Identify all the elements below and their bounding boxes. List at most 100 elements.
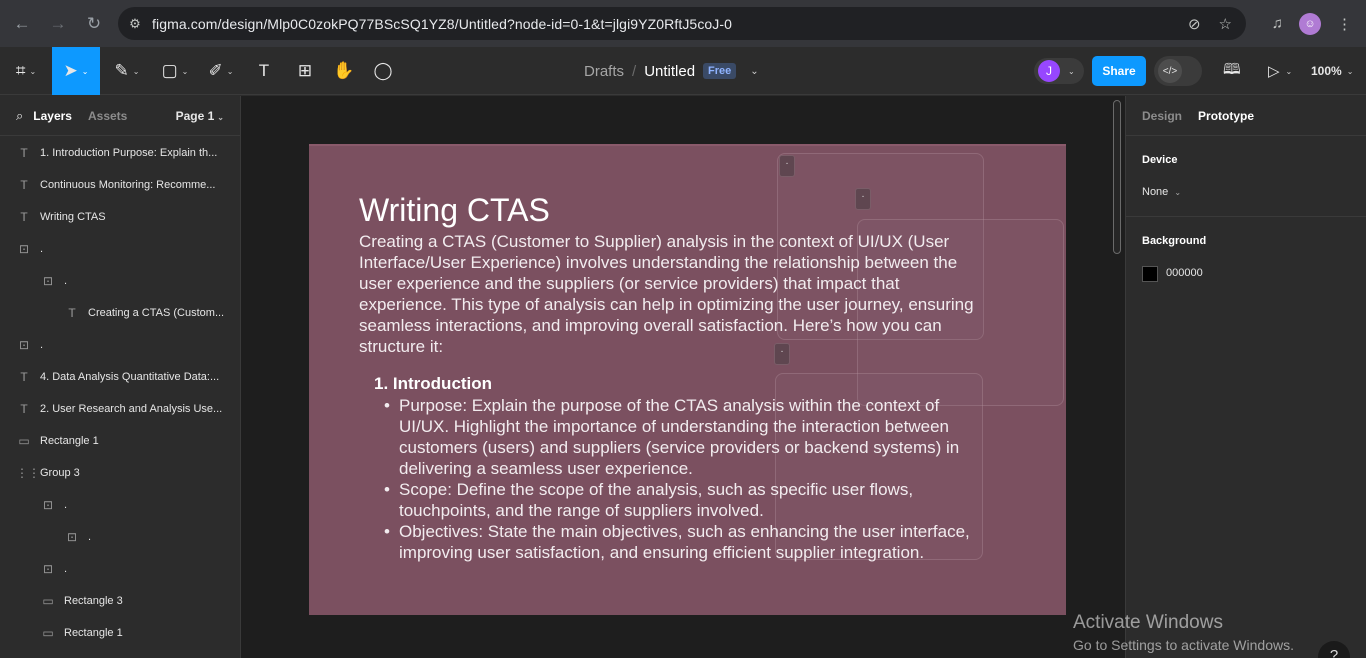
frame-layer-icon: ⊡ (42, 274, 54, 288)
slide-title[interactable]: Writing CTAS (359, 192, 550, 229)
layer-row[interactable]: T 4. Data Analysis Quantitative Data:... (0, 361, 240, 393)
watermark-subtitle: Go to Settings to activate Windows. (1073, 637, 1294, 653)
frame-layer-icon: ⊡ (42, 562, 54, 576)
comment-tool-button[interactable]: ◯ (370, 47, 396, 95)
layer-row[interactable]: ⊡ . (0, 489, 240, 521)
forward-icon[interactable]: → (40, 6, 76, 42)
chevron-down-icon: ⌄ (1174, 188, 1182, 197)
file-menu-chevron-icon[interactable]: ⌄ (750, 66, 758, 77)
layer-name: . (64, 563, 68, 575)
group-layer-icon: ⋮⋮ (16, 466, 40, 480)
layer-row[interactable]: T 2. User Research and Analysis Use... (0, 393, 240, 425)
site-info-icon[interactable]: ⚙ (118, 16, 152, 32)
present-button[interactable]: ▷ ⌄ (1268, 47, 1292, 95)
tab-assets[interactable]: Assets (88, 109, 127, 123)
chevron-down-icon: ⌄ (181, 66, 189, 76)
media-icon[interactable]: ♫ (1272, 15, 1283, 32)
frame-layer-icon: ⊡ (42, 498, 54, 512)
page-selector[interactable]: Page 1 ⌄ (176, 109, 224, 123)
section-heading[interactable]: 1. Introduction (374, 374, 492, 394)
pencil-tool-button[interactable]: ✐ ⌄ (202, 47, 240, 95)
layer-row[interactable]: T Creating a CTAS (Custom... (0, 297, 240, 329)
text-layer-icon: T (20, 146, 28, 160)
rectangle-layer-icon: ▭ (42, 626, 54, 640)
url-text[interactable]: figma.com/design/Mlp0C0zokPQ77BScSQ1YZ8/… (152, 16, 732, 32)
background-hex-input[interactable]: 000000 (1166, 267, 1203, 279)
avatar: J (1038, 60, 1060, 82)
text-layer-icon: T (20, 370, 28, 384)
layer-row[interactable]: ⊡ . (0, 233, 240, 265)
device-value: None (1142, 186, 1169, 198)
layer-name: Group 3 (40, 467, 80, 479)
layer-name: . (40, 339, 44, 351)
library-button[interactable]: 🕮 (1223, 47, 1241, 95)
resources-button[interactable]: ⊞ (292, 47, 318, 95)
tab-layers[interactable]: Layers (33, 109, 72, 123)
search-icon[interactable]: ⌕ (16, 108, 23, 124)
zoom-control[interactable]: 100% ⌄ (1311, 47, 1353, 95)
text-tool-button[interactable]: T (252, 47, 276, 95)
bookmark-star-icon[interactable]: ☆ (1219, 15, 1232, 33)
layer-row[interactable]: ⊡ . (0, 265, 240, 297)
layer-row[interactable]: ⋮⋮ Group 3 (0, 457, 240, 489)
background-color-swatch[interactable] (1142, 266, 1158, 282)
layer-row[interactable]: T 1. Introduction Purpose: Explain th... (0, 137, 240, 169)
back-icon[interactable]: ← (4, 6, 40, 42)
frame-tool-button[interactable]: ▢ ⌄ (156, 47, 194, 95)
watermark-title: Activate Windows (1073, 612, 1223, 633)
layer-row[interactable]: ⊡ . (0, 329, 240, 361)
chevron-down-icon: ⌄ (226, 66, 234, 76)
properties-tabs: Design Prototype (1126, 96, 1366, 136)
share-button[interactable]: Share (1092, 56, 1146, 86)
frame-label[interactable]: . (779, 155, 795, 177)
address-bar[interactable]: ⚙ figma.com/design/Mlp0C0zokPQ77BScSQ1YZ… (118, 7, 1246, 40)
vertical-scrollbar[interactable] (1113, 100, 1121, 254)
profile-icon[interactable]: ☺ (1299, 12, 1321, 35)
breadcrumb-separator: / (632, 62, 637, 80)
layer-name: Creating a CTAS (Custom... (88, 307, 225, 319)
layer-row[interactable]: ▭ Rectangle 1 (0, 617, 240, 649)
layer-row[interactable]: ⊡ . (0, 521, 240, 553)
layer-row[interactable]: T Writing CTAS (0, 201, 240, 233)
layers-panel-header: ⌕ Layers Assets Page 1 ⌄ (0, 96, 240, 136)
comment-icon: ◯ (373, 61, 393, 80)
layers-panel: ⌕ Layers Assets Page 1 ⌄ T 1. Introductio… (0, 96, 241, 658)
layer-row[interactable]: ▭ Rectangle 3 (0, 585, 240, 617)
layer-row[interactable]: ▭ Rectangle 1 (0, 425, 240, 457)
file-name[interactable]: Untitled (644, 63, 695, 80)
slide-frame[interactable]: . . . Writing CTAS Creating a CTAS (Cust… (309, 144, 1066, 615)
frame-layer-icon: ⊡ (18, 242, 30, 256)
rectangle-layer-icon: ▭ (42, 594, 54, 608)
user-menu[interactable]: J ⌄ (1034, 58, 1084, 84)
resources-icon: ⊞ (297, 61, 313, 80)
text-layer-icon: T (20, 178, 28, 192)
tab-design[interactable]: Design (1142, 109, 1182, 123)
hand-tool-button[interactable]: ✋ (331, 47, 357, 95)
frame-label[interactable]: . (855, 188, 871, 210)
no-tracking-icon[interactable]: ⊘ (1188, 15, 1201, 33)
pen-tool-button[interactable]: ✎ ⌄ (108, 47, 146, 95)
zoom-level: 100% (1311, 64, 1342, 78)
chevron-down-icon: ⌄ (81, 66, 89, 76)
bullet-list[interactable]: Purpose: Explain the purpose of the CTAS… (384, 395, 989, 563)
design-canvas[interactable]: . . . Writing CTAS Creating a CTAS (Cust… (241, 96, 1125, 658)
browser-actions: ♫ ☺ ⋮ (1272, 0, 1366, 47)
slide-paragraph[interactable]: Creating a CTAS (Customer to Supplier) a… (359, 231, 979, 357)
device-select[interactable]: None ⌄ (1142, 186, 1181, 198)
browser-menu-icon[interactable]: ⋮ (1337, 15, 1352, 33)
pen-icon: ✎ (114, 61, 129, 80)
tab-prototype[interactable]: Prototype (1198, 109, 1254, 123)
move-tool-button[interactable]: ➤ ⌄ (52, 47, 100, 95)
layer-row[interactable]: ⊡ . (0, 553, 240, 585)
breadcrumb-drafts[interactable]: Drafts (584, 63, 624, 80)
layer-name: Rectangle 1 (64, 627, 123, 639)
text-icon: T (258, 61, 270, 80)
page-name: Page 1 (175, 108, 215, 123)
dev-mode-toggle[interactable]: </> (1154, 56, 1202, 86)
reload-icon[interactable]: ↻ (76, 6, 112, 42)
text-layer-icon: T (20, 210, 28, 224)
chevron-down-icon: ⌄ (1346, 66, 1354, 76)
divider (1126, 216, 1366, 217)
layer-row[interactable]: T Continuous Monitoring: Recomme... (0, 169, 240, 201)
main-menu-button[interactable]: ⌗ ⌄ (6, 47, 46, 95)
